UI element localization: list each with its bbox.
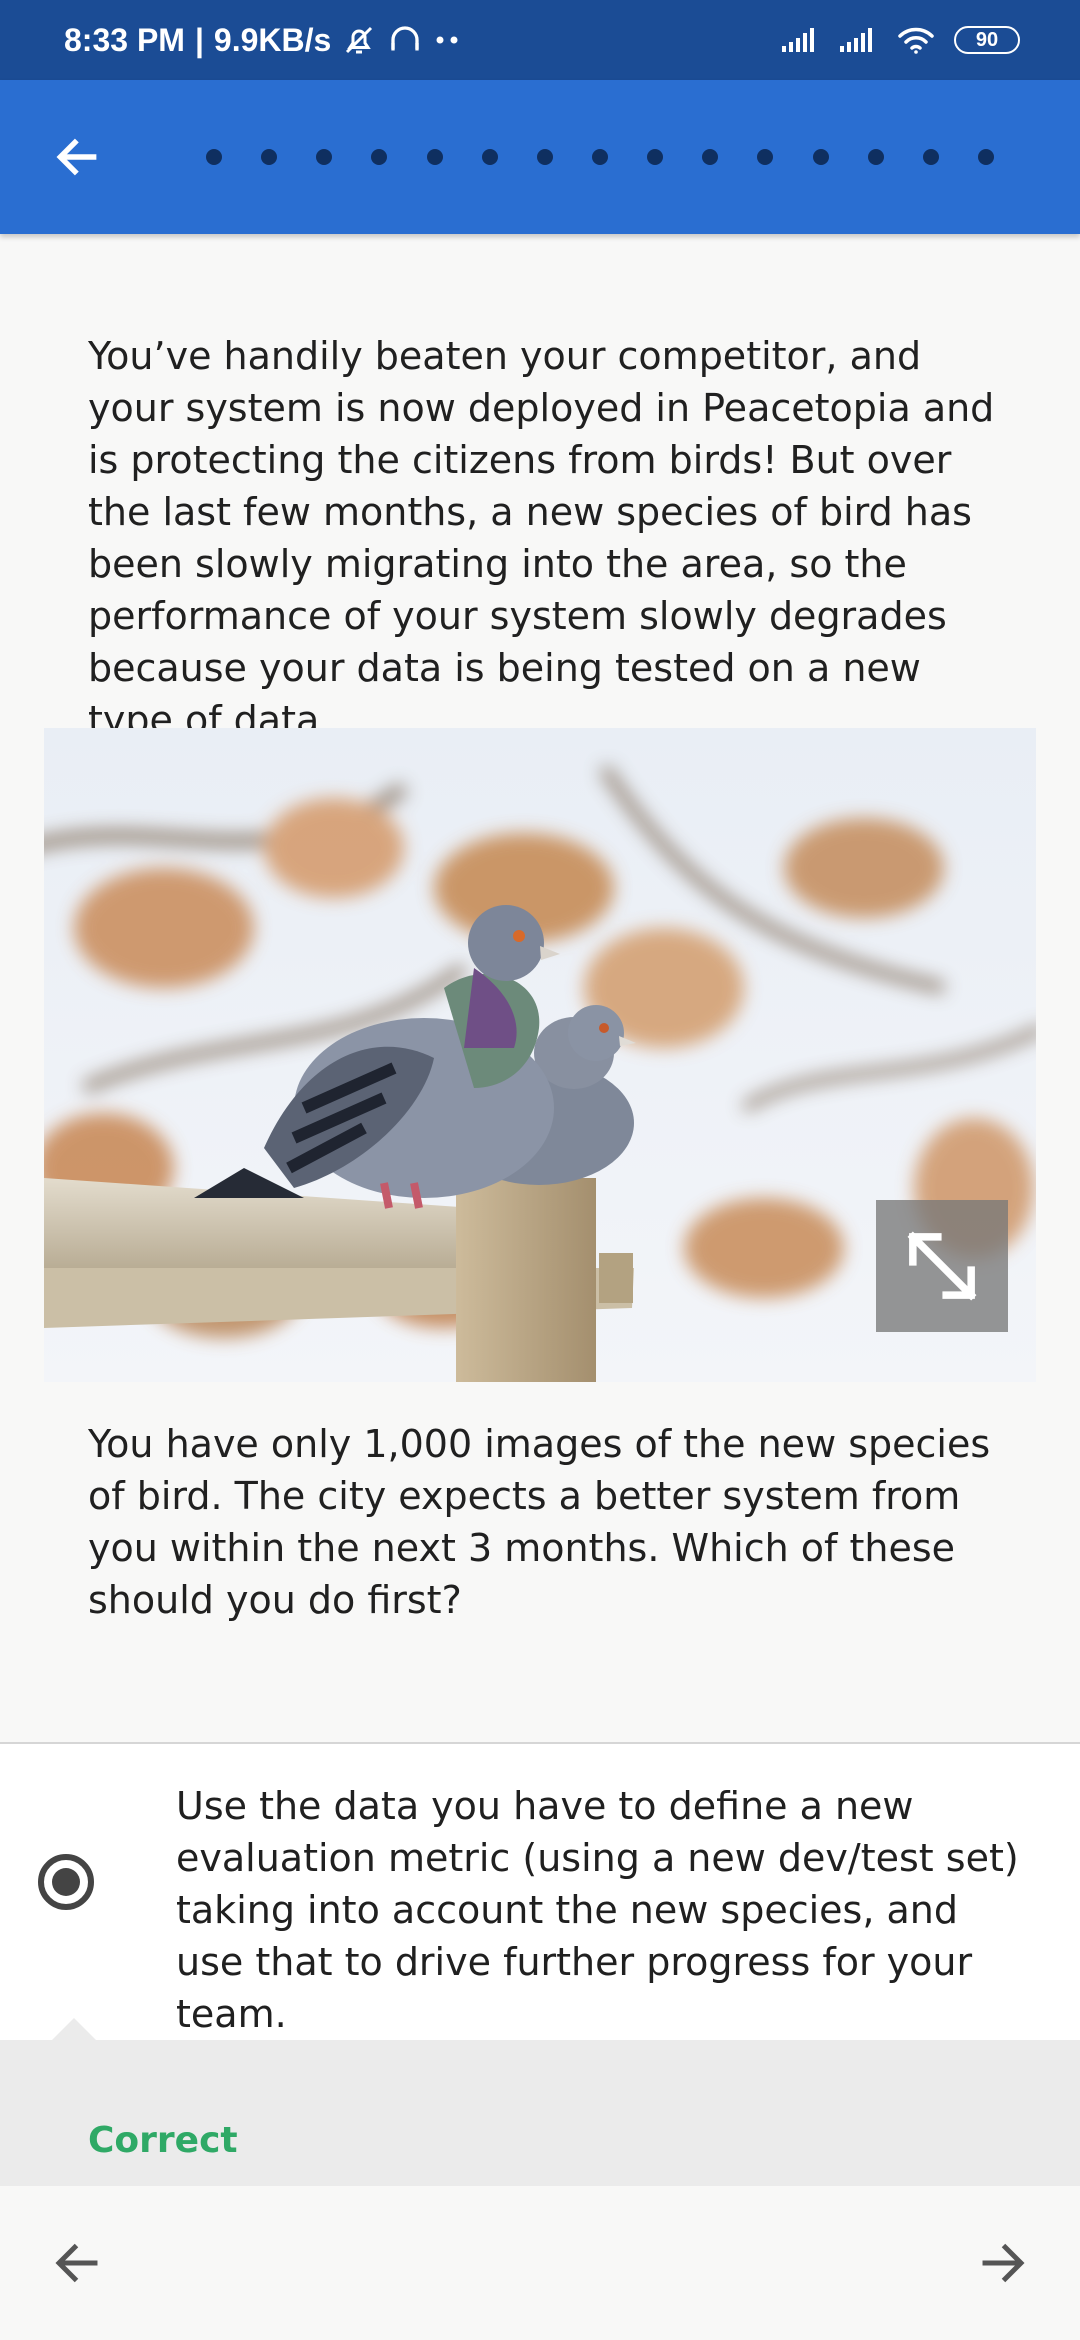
progress-dot[interactable] — [261, 149, 278, 165]
answer-option[interactable]: Use the data you have to define a new ev… — [0, 1744, 1080, 2040]
radio-dot — [52, 1868, 80, 1896]
status-separator: | — [194, 21, 204, 58]
network-speed: 9.9KB/s — [213, 21, 332, 58]
notification-off-icon — [341, 22, 377, 58]
battery-level: 90 — [975, 28, 999, 51]
progress-dot[interactable] — [867, 149, 884, 165]
question-paragraph-2: You have only 1,000 images of the new sp… — [88, 1422, 991, 1622]
arrow-left-icon — [56, 138, 97, 176]
wifi-icon — [896, 25, 936, 55]
progress-dot[interactable] — [316, 149, 333, 165]
app-bar — [0, 80, 1080, 234]
progress-dot[interactable] — [977, 149, 994, 165]
progress-dot[interactable] — [922, 149, 939, 165]
status-bar: 8:33 PM | 9.9KB/s 90 — [0, 0, 1080, 80]
next-button[interactable] — [966, 2226, 1040, 2300]
progress-dot[interactable] — [371, 149, 388, 165]
progress-dot[interactable] — [812, 149, 829, 165]
bottom-nav — [0, 2186, 1080, 2340]
expand-image-button[interactable] — [876, 1200, 1008, 1332]
arrow-right-icon — [982, 2243, 1025, 2283]
feedback-label: Correct — [88, 2120, 238, 2161]
feedback-notch — [52, 2018, 96, 2040]
progress-dot[interactable] — [591, 149, 608, 165]
more-dots-icon — [433, 34, 463, 46]
question-paragraph-1: You’ve handily beaten your competitor, a… — [88, 334, 995, 742]
progress-dot[interactable] — [426, 149, 443, 165]
answer-text: Use the data you have to define a new ev… — [176, 1784, 1019, 2036]
signal-icon — [780, 26, 820, 54]
status-time: 8:33 PM — [64, 21, 185, 58]
expand-icon — [907, 1231, 977, 1301]
battery-icon: 90 — [954, 26, 1020, 54]
progress-dot[interactable] — [702, 149, 719, 165]
headphones-icon — [387, 22, 423, 58]
progress-dot[interactable] — [757, 149, 774, 165]
signal-icon — [838, 26, 878, 54]
feedback-panel: Correct — [0, 2018, 1080, 2186]
progress-dot[interactable] — [206, 149, 222, 165]
back-button[interactable] — [42, 122, 112, 192]
radio-button-selected[interactable] — [38, 1854, 94, 1910]
previous-button[interactable] — [40, 2226, 114, 2300]
progress-dot[interactable] — [647, 149, 664, 165]
progress-dot[interactable] — [536, 149, 553, 165]
status-right: 90 — [780, 25, 1020, 55]
progress-dot[interactable] — [481, 149, 498, 165]
progress-dots — [206, 80, 1006, 234]
status-left: 8:33 PM | 9.9KB/s — [64, 22, 463, 59]
arrow-left-icon — [55, 2243, 98, 2283]
